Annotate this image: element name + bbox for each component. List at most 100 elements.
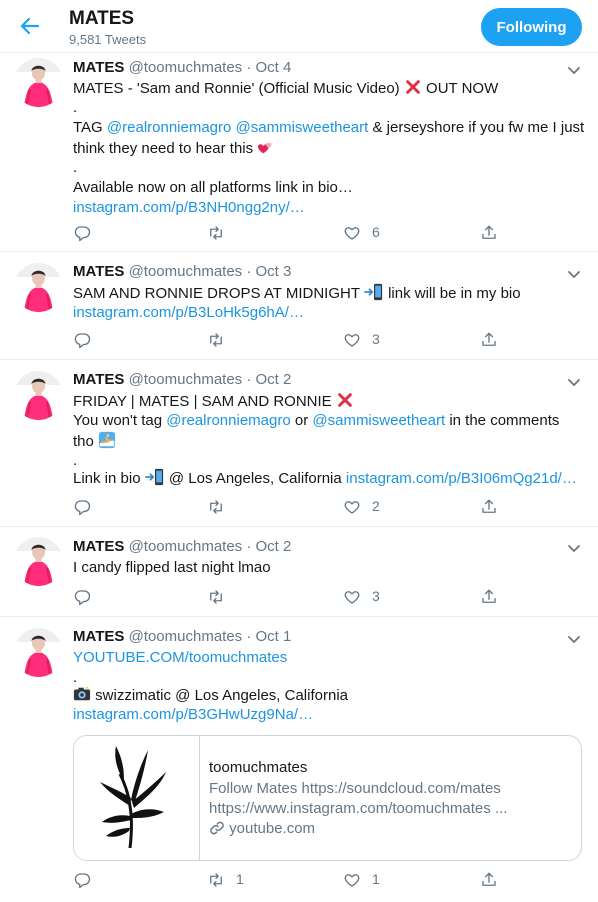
author-name[interactable]: MATES xyxy=(73,628,124,645)
like-count: 6 xyxy=(372,224,380,240)
author-handle[interactable]: @toomuchmates xyxy=(129,59,243,76)
retweet-button[interactable] xyxy=(207,223,225,243)
retweet-icon xyxy=(207,871,225,889)
share-button[interactable] xyxy=(480,497,498,517)
reply-icon xyxy=(73,871,91,889)
avatar[interactable] xyxy=(14,263,63,312)
share-icon xyxy=(480,871,498,889)
reply-button[interactable] xyxy=(73,330,91,350)
avatar[interactable] xyxy=(14,371,63,420)
link-preview-card[interactable]: toomuchmates Follow Mates https://soundc… xyxy=(73,735,582,861)
separator: · xyxy=(246,59,252,76)
tweet-date[interactable]: Oct 1 xyxy=(256,628,292,645)
share-icon xyxy=(480,331,498,349)
reply-button[interactable] xyxy=(73,587,91,607)
card-description: https://www.instagram.com/toomuchmates .… xyxy=(209,800,508,817)
author-handle[interactable]: @toomuchmates xyxy=(129,371,243,388)
heart-icon xyxy=(343,871,361,889)
chevron-down-icon[interactable] xyxy=(566,266,582,282)
tweet-text: . xyxy=(73,159,78,176)
like-count: 3 xyxy=(372,331,380,347)
author-name[interactable]: MATES xyxy=(73,371,124,388)
tweet-date[interactable]: Oct 3 xyxy=(256,263,292,280)
reply-button[interactable] xyxy=(73,223,91,243)
two-hearts-icon xyxy=(257,138,275,156)
avatar[interactable] xyxy=(14,58,63,107)
like-button[interactable] xyxy=(343,330,361,350)
heart-icon xyxy=(343,224,361,242)
like-button[interactable] xyxy=(343,587,361,607)
tweet[interactable]: MATES @toomuchmates · Oct 2 FRIDAY | MAT… xyxy=(0,360,598,527)
chevron-down-icon[interactable] xyxy=(566,540,582,556)
retweet-button[interactable] xyxy=(207,497,225,517)
share-button[interactable] xyxy=(480,330,498,350)
tweet-link[interactable]: instagram.com/p/B3NH0ngg2ny/… xyxy=(73,198,305,218)
surfer-icon xyxy=(98,431,116,449)
tweet-text: @ Los Angeles, California xyxy=(168,470,342,487)
retweet-button[interactable] xyxy=(207,587,225,607)
avatar[interactable] xyxy=(14,628,63,677)
retweet-icon xyxy=(207,498,225,516)
share-icon xyxy=(480,588,498,606)
tweet-link[interactable]: instagram.com/p/B3I06mQg21d/… xyxy=(346,470,577,487)
tweet-text: TAG xyxy=(73,119,103,136)
tweet-text: Available now on all platforms link in b… xyxy=(73,179,353,196)
author-handle[interactable]: @toomuchmates xyxy=(129,263,243,280)
mention-link[interactable]: @realronniemagro xyxy=(107,119,231,136)
tweet-link[interactable]: instagram.com/p/B3GHwUzg9Na/… xyxy=(73,705,313,725)
like-button[interactable] xyxy=(343,870,361,890)
tweet-date[interactable]: Oct 2 xyxy=(256,538,292,555)
card-domain: youtube.com xyxy=(229,820,316,837)
like-count: 3 xyxy=(372,588,380,604)
author-name[interactable]: MATES xyxy=(73,263,124,280)
author-name[interactable]: MATES xyxy=(73,59,124,76)
separator: · xyxy=(246,263,252,280)
tweet[interactable]: MATES @toomuchmates · Oct 2 I candy flip… xyxy=(0,527,598,617)
chevron-down-icon[interactable] xyxy=(566,374,582,390)
tweet-text: OUT NOW xyxy=(426,80,499,97)
card-title: toomuchmates xyxy=(209,759,308,776)
youtube-link[interactable]: YOUTUBE.COM/toomuchmates xyxy=(73,648,287,668)
mention-link[interactable]: @sammisweetheart xyxy=(312,412,445,429)
tweet-text: . xyxy=(73,99,78,116)
tweet-text: link will be in my bio xyxy=(388,285,521,302)
reply-icon xyxy=(73,331,91,349)
share-button[interactable] xyxy=(480,587,498,607)
tweet-text: Link in bio xyxy=(73,470,141,487)
like-button[interactable] xyxy=(343,223,361,243)
mention-link[interactable]: @sammisweetheart xyxy=(236,119,369,136)
mention-link[interactable]: @realronniemagro xyxy=(166,412,290,429)
like-button[interactable] xyxy=(343,497,361,517)
retweet-button[interactable] xyxy=(207,870,225,890)
author-name[interactable]: MATES xyxy=(73,538,124,555)
like-count: 2 xyxy=(372,498,380,514)
heart-icon xyxy=(343,331,361,349)
reply-button[interactable] xyxy=(73,870,91,890)
tweet[interactable]: MATES @toomuchmates · Oct 4 MATES - 'Sam… xyxy=(0,53,598,252)
retweet-button[interactable] xyxy=(207,330,225,350)
avatar[interactable] xyxy=(14,537,63,586)
tweet-link[interactable]: instagram.com/p/B3LoHk5g6hA/… xyxy=(73,303,304,323)
cross-mark-icon xyxy=(404,78,422,96)
retweet-icon xyxy=(207,331,225,349)
chevron-down-icon[interactable] xyxy=(566,631,582,647)
profile-header: MATES 9,581 Tweets Following xyxy=(0,0,598,53)
share-icon xyxy=(480,224,498,242)
tweet[interactable]: MATES @toomuchmates · Oct 3 SAM AND RONN… xyxy=(0,252,598,360)
tweet-date[interactable]: Oct 4 xyxy=(256,59,292,76)
back-arrow-icon[interactable] xyxy=(18,14,42,38)
mobile-phone-arrow-icon xyxy=(145,468,165,486)
tweet-text: FRIDAY | MATES | SAM AND RONNIE xyxy=(73,393,332,410)
link-icon xyxy=(210,821,224,835)
card-thumbnail-plant-image xyxy=(74,736,200,860)
share-icon xyxy=(480,498,498,516)
share-button[interactable] xyxy=(480,870,498,890)
following-button[interactable]: Following xyxy=(481,8,582,46)
author-handle[interactable]: @toomuchmates xyxy=(129,628,243,645)
author-handle[interactable]: @toomuchmates xyxy=(129,538,243,555)
tweet-date[interactable]: Oct 2 xyxy=(256,371,292,388)
reply-button[interactable] xyxy=(73,497,91,517)
share-button[interactable] xyxy=(480,223,498,243)
mobile-phone-arrow-icon xyxy=(364,283,384,301)
chevron-down-icon[interactable] xyxy=(566,62,582,78)
